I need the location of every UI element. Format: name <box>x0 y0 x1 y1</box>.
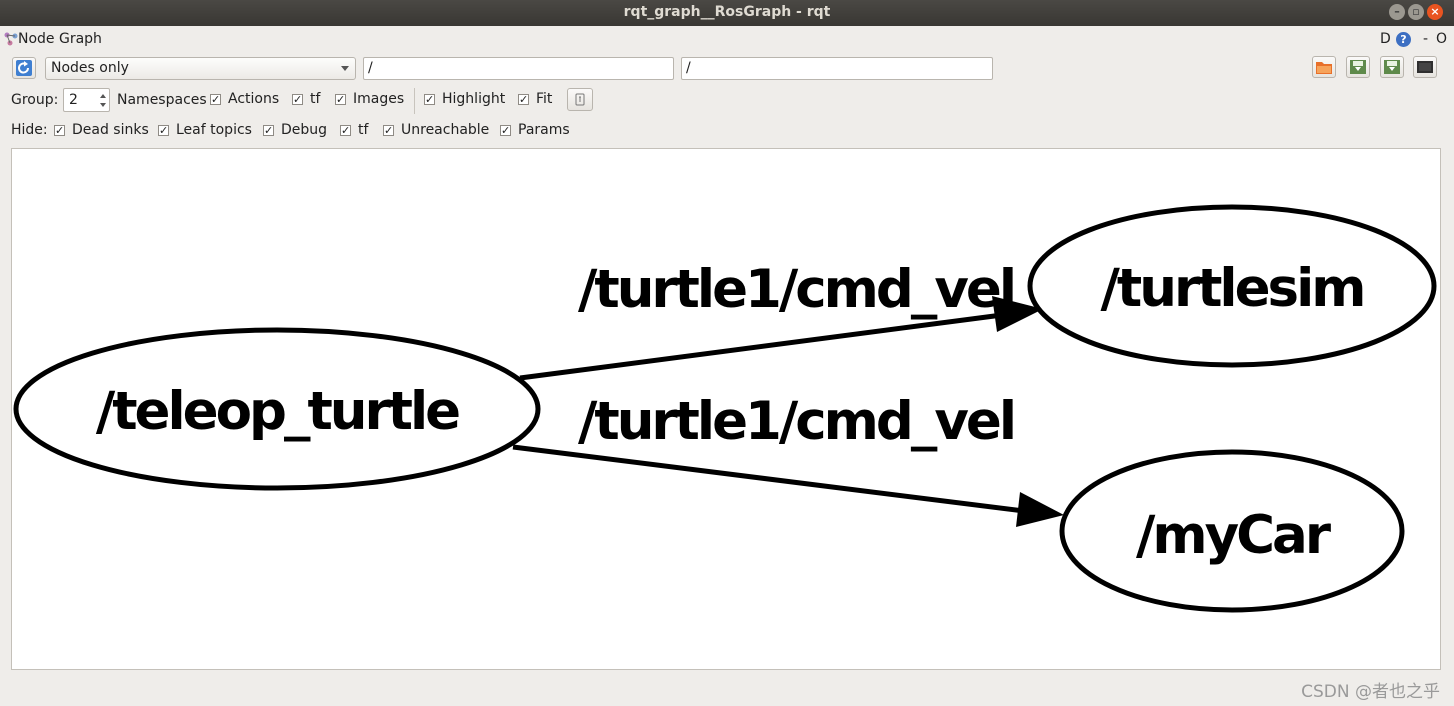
graph-type-select[interactable]: Nodes only <box>45 57 356 80</box>
exclude-filter-value: / <box>686 60 691 76</box>
include-filter-input[interactable]: / <box>363 57 674 80</box>
debug-label: Debug <box>281 122 328 138</box>
graph-type-value: Nodes only <box>51 60 129 76</box>
chevron-down-icon <box>341 66 349 71</box>
group-spinbox-value: 2 <box>69 92 78 108</box>
include-filter-value: / <box>368 60 373 76</box>
edge-to-mycar[interactable] <box>512 444 1064 527</box>
node-mycar[interactable]: /myCar <box>1059 449 1405 613</box>
save-image-button[interactable] <box>1413 56 1437 78</box>
images-label: Images <box>353 91 405 107</box>
fit-view-icon <box>575 93 585 106</box>
unreachable-checkbox[interactable]: ✓ <box>383 125 394 136</box>
folder-icon <box>1316 62 1332 74</box>
node-label-turtlesim: /turtlesim <box>1101 258 1364 319</box>
leaf-topics-label: Leaf topics <box>176 122 252 138</box>
fit-label: Fit <box>536 91 553 107</box>
toolbar-separator <box>414 88 415 114</box>
namespaces-label: Namespaces <box>117 92 207 108</box>
node-turtlesim[interactable]: /turtlesim <box>1027 204 1437 368</box>
hide-tf-label: tf <box>358 122 369 138</box>
image-icon <box>1417 61 1433 73</box>
watermark: CSDN @者也之乎 <box>1301 682 1440 702</box>
dock-button[interactable]: D <box>1380 31 1391 47</box>
fit-in-view-button[interactable] <box>567 88 593 111</box>
maximize-window-button[interactable]: ▫ <box>1408 4 1424 20</box>
unreachable-label: Unreachable <box>401 122 490 138</box>
minimize-window-button[interactable]: – <box>1389 4 1405 20</box>
save-svg-button[interactable] <box>1380 56 1404 78</box>
node-graph-icon <box>4 32 18 46</box>
load-dot-button[interactable] <box>1312 56 1336 78</box>
actions-label: Actions <box>228 91 280 107</box>
dead-sinks-label: Dead sinks <box>72 122 149 138</box>
plugin-minimize-button[interactable]: - <box>1423 31 1428 47</box>
node-teleop-turtle[interactable]: /teleop_turtle <box>13 327 541 491</box>
refresh-button[interactable] <box>12 57 36 79</box>
edge-label-mycar: /turtle1/cmd_vel <box>578 391 1014 452</box>
refresh-icon <box>16 60 32 76</box>
actions-checkbox[interactable]: ✓ <box>210 94 221 105</box>
edge-label-turtlesim: /turtle1/cmd_vel <box>578 259 1014 320</box>
fit-checkbox[interactable]: ✓ <box>518 94 529 105</box>
close-window-button[interactable]: × <box>1427 4 1443 20</box>
params-checkbox[interactable]: ✓ <box>500 125 511 136</box>
spin-down-icon[interactable] <box>100 103 106 107</box>
node-label-mycar: /myCar <box>1136 505 1331 566</box>
group-label: Group: <box>11 92 59 108</box>
arrowhead-icon <box>1016 492 1064 527</box>
hide-label: Hide: <box>11 122 48 138</box>
save-icon <box>1384 60 1400 74</box>
window-title: rqt_graph__RosGraph - rqt <box>623 4 831 20</box>
dead-sinks-checkbox[interactable]: ✓ <box>54 125 65 136</box>
leaf-topics-checkbox[interactable]: ✓ <box>158 125 169 136</box>
graph-canvas[interactable]: /turtle1/cmd_vel /turtle1/cmd_vel /teleo… <box>11 148 1441 670</box>
highlight-label: Highlight <box>442 91 506 107</box>
images-checkbox[interactable]: ✓ <box>335 94 346 105</box>
help-icon[interactable]: ? <box>1396 32 1411 47</box>
tf-label: tf <box>310 91 321 107</box>
exclude-filter-input[interactable]: / <box>681 57 993 80</box>
highlight-checkbox[interactable]: ✓ <box>424 94 435 105</box>
save-icon <box>1350 60 1366 74</box>
plugin-close-button[interactable]: O <box>1436 31 1447 47</box>
node-label-teleop: /teleop_turtle <box>96 381 459 442</box>
debug-checkbox[interactable]: ✓ <box>263 125 274 136</box>
params-label: Params <box>518 122 570 138</box>
save-dot-button[interactable] <box>1346 56 1370 78</box>
tf-checkbox[interactable]: ✓ <box>292 94 303 105</box>
spin-up-icon[interactable] <box>100 94 106 98</box>
hide-tf-checkbox[interactable]: ✓ <box>340 125 351 136</box>
group-spinbox[interactable]: 2 <box>63 88 110 112</box>
plugin-title: Node Graph <box>18 31 102 47</box>
graph-view: /turtle1/cmd_vel /turtle1/cmd_vel /teleo… <box>13 204 1437 613</box>
